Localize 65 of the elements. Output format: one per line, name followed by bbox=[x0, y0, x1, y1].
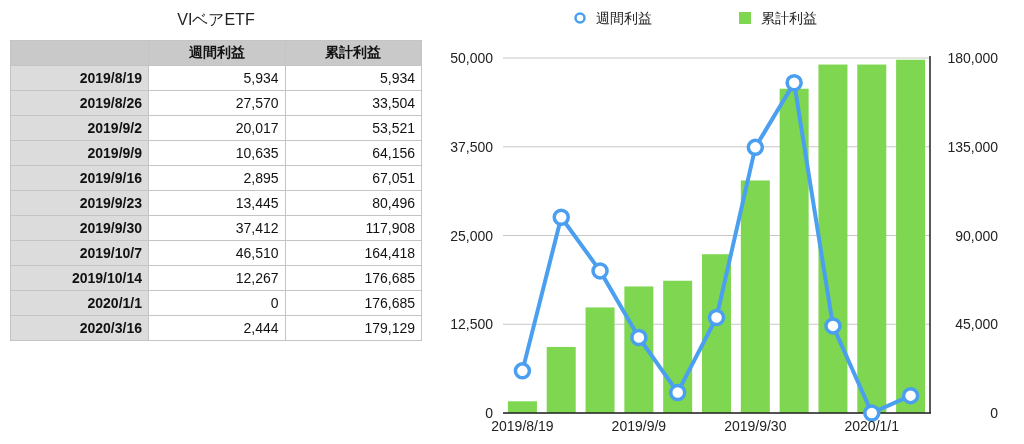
table-cell: 179,129 bbox=[285, 315, 422, 341]
data-point bbox=[901, 386, 920, 405]
table-cell: 12,267 bbox=[148, 265, 285, 291]
row-header: 2019/8/26 bbox=[10, 90, 149, 116]
table-cell: 20,017 bbox=[148, 115, 285, 141]
data-point bbox=[513, 362, 532, 380]
data-point bbox=[863, 404, 881, 422]
row-header: 2019/10/14 bbox=[10, 265, 149, 291]
table-cell: 5,934 bbox=[148, 65, 285, 91]
axis-label: 37,500 bbox=[450, 138, 493, 155]
table-cell: 117,908 bbox=[285, 215, 422, 241]
table-cell: 2,444 bbox=[148, 315, 285, 341]
table-cell: 46,510 bbox=[148, 240, 285, 266]
axis-label: 90,000 bbox=[955, 227, 998, 244]
axis-label: 2019/9/9 bbox=[611, 418, 667, 434]
row-header: 2019/8/19 bbox=[10, 65, 149, 91]
table-cell: 10,635 bbox=[148, 140, 285, 166]
table-cell: 13,445 bbox=[148, 190, 285, 216]
column-header: 累計利益 bbox=[285, 40, 422, 66]
row-header: 2019/9/2 bbox=[10, 115, 149, 141]
table-cell: 53,521 bbox=[285, 115, 422, 141]
table-cell: 176,685 bbox=[285, 265, 422, 291]
table-cell: 27,570 bbox=[148, 90, 285, 116]
axis-label: 45,000 bbox=[955, 316, 998, 333]
data-point bbox=[707, 308, 726, 327]
table-cell: 2,895 bbox=[148, 165, 285, 191]
table-cell: 37,412 bbox=[148, 215, 285, 241]
row-header: 2019/10/7 bbox=[10, 240, 149, 266]
data-point bbox=[591, 262, 609, 280]
data-point bbox=[785, 74, 803, 92]
table-title: VIベアETF bbox=[176, 10, 256, 30]
row-header: 2019/9/16 bbox=[10, 165, 149, 191]
legend-label: 週間利益 bbox=[596, 10, 652, 26]
row-header: 2020/3/16 bbox=[10, 315, 149, 341]
bar bbox=[546, 346, 576, 413]
table-cell: 33,504 bbox=[285, 90, 422, 116]
axis-label: 12,500 bbox=[450, 316, 493, 333]
data-point bbox=[746, 138, 765, 157]
data-point bbox=[824, 317, 842, 335]
column-header: 週間利益 bbox=[148, 40, 285, 66]
data-point bbox=[630, 328, 648, 347]
table-cell: 164,418 bbox=[285, 240, 422, 266]
data-point bbox=[668, 383, 687, 402]
row-header: 2020/1/1 bbox=[10, 290, 149, 316]
table-cell: 176,685 bbox=[285, 290, 422, 316]
table-cell: 0 bbox=[148, 290, 285, 316]
axis-label: 25,000 bbox=[450, 227, 493, 244]
axis-label: 0 bbox=[990, 405, 998, 421]
axis-label: 135,000 bbox=[947, 138, 998, 155]
axis-label: 0 bbox=[485, 405, 493, 421]
table-cell: 64,156 bbox=[285, 140, 422, 166]
row-header: 2019/9/9 bbox=[10, 140, 149, 166]
table-cell: 5,934 bbox=[285, 65, 422, 91]
axis-label: 2020/1/1 bbox=[844, 418, 899, 434]
table-cell: 67,051 bbox=[285, 165, 422, 191]
axis-label: 180,000 bbox=[947, 50, 998, 66]
data-point bbox=[552, 208, 570, 226]
legend-label: 累計利益 bbox=[761, 10, 817, 26]
bar bbox=[507, 401, 537, 413]
row-header: 2019/9/23 bbox=[10, 190, 149, 216]
axis-label: 50,000 bbox=[450, 50, 493, 66]
axis-label: 2019/8/19 bbox=[491, 418, 554, 434]
axis-label: 2019/9/30 bbox=[724, 418, 787, 434]
row-header: 2019/9/30 bbox=[10, 215, 149, 241]
table-cell: 80,496 bbox=[285, 190, 422, 216]
